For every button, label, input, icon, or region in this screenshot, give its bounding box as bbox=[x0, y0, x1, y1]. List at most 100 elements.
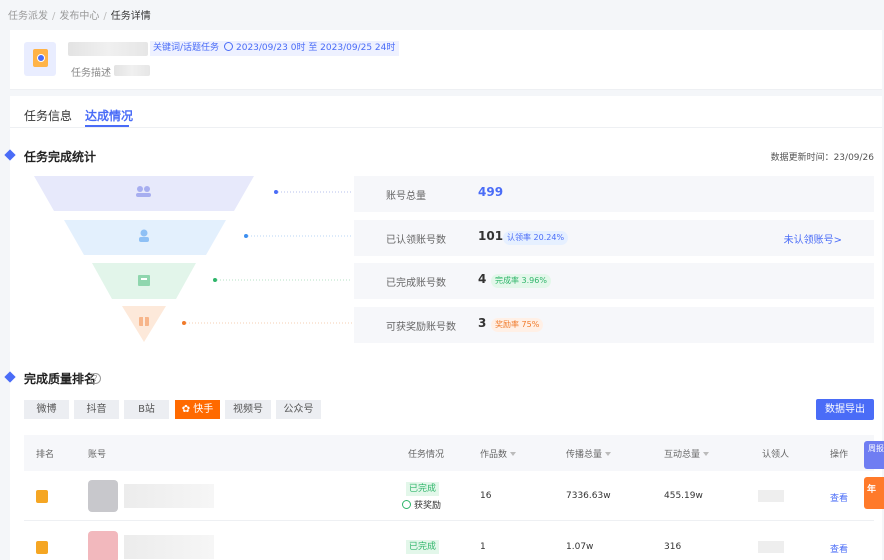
ranking-table: 排名 账号 任务情况 作品数 传播总量 互动总量 认领人 操作 已完成 获奖励 … bbox=[24, 435, 874, 560]
reward-status-label: 获奖励 bbox=[414, 501, 442, 511]
check-badge-icon bbox=[37, 54, 45, 62]
completion-section-title: 任务完成统计 bbox=[24, 150, 97, 164]
breadcrumb-separator: / bbox=[52, 11, 56, 22]
stat-label: 已认领账号数 bbox=[386, 235, 446, 246]
stat-label: 已完成账号数 bbox=[386, 278, 446, 289]
breadcrumb-item-current: 任务详情 bbox=[110, 11, 151, 22]
platform-video-account[interactable]: 视频号 bbox=[225, 400, 271, 419]
column-action: 操作 bbox=[830, 450, 849, 460]
check-circle-icon bbox=[402, 500, 411, 509]
claimer-blurred bbox=[758, 490, 784, 502]
works-count: 1 bbox=[480, 542, 486, 552]
status-badge: 已完成 bbox=[406, 482, 440, 496]
funnel-connector-dot bbox=[244, 234, 248, 238]
export-data-button[interactable]: 数据导出 bbox=[816, 399, 874, 420]
platform-douyin[interactable]: 抖音 bbox=[74, 400, 119, 419]
rank-medal-icon bbox=[36, 541, 48, 554]
update-time: 数据更新时间：23/09/26 bbox=[770, 153, 874, 163]
account-name-blurred bbox=[124, 535, 214, 559]
stat-row-completed: 已完成账号数 4 完成率 3.96% bbox=[354, 263, 874, 299]
stat-value: 4 bbox=[478, 272, 487, 286]
account-name-blurred bbox=[124, 484, 214, 508]
stat-row-rewarded: 可获奖励账号数 3 奖励率 75% bbox=[354, 307, 874, 343]
reward-rate-badge: 奖励率 75% bbox=[491, 318, 544, 332]
task-document-icon bbox=[33, 49, 48, 67]
stat-value: 499 bbox=[478, 185, 504, 199]
section-marker-icon bbox=[4, 149, 16, 161]
stat-row-claimed: 已认领账号数 101 认领率 20.24% 未认领账号> bbox=[354, 220, 874, 256]
table-row: 已完成 获奖励 16 7336.63w 455.19w 查看 bbox=[24, 471, 874, 521]
main-panel: 任务信息 达成情况 任务完成统计 数据更新时间：23/09/26 账号总量 49… bbox=[4, 96, 882, 560]
column-works-label: 作品数 bbox=[480, 450, 508, 460]
task-description-blurred bbox=[114, 65, 150, 76]
stat-row-total: 账号总量 499 bbox=[354, 176, 874, 212]
platform-kuaishou-label: 快手 bbox=[193, 404, 214, 415]
breadcrumb-item-publish-center[interactable]: 发布中心 bbox=[59, 11, 99, 22]
column-account: 账号 bbox=[88, 450, 107, 460]
stat-value: 3 bbox=[478, 316, 487, 330]
column-spread[interactable]: 传播总量 bbox=[566, 447, 612, 460]
help-icon[interactable]: ? bbox=[90, 373, 101, 384]
column-spread-label: 传播总量 bbox=[566, 450, 603, 460]
tab-active-indicator bbox=[85, 125, 129, 127]
task-thumbnail bbox=[24, 42, 56, 76]
column-task-status: 任务情况 bbox=[408, 450, 445, 460]
platform-bilibili[interactable]: B站 bbox=[124, 400, 169, 419]
table-row: 已完成 1 1.07w 316 查看 bbox=[24, 522, 874, 560]
funnel-connector-dot bbox=[213, 278, 217, 282]
spread-total: 7336.63w bbox=[566, 491, 611, 501]
task-description-label: 任务描述 bbox=[71, 68, 111, 79]
table-header: 排名 账号 任务情况 作品数 传播总量 互动总量 认领人 操作 bbox=[24, 435, 874, 471]
platform-official-account[interactable]: 公众号 bbox=[276, 400, 321, 419]
column-interactions[interactable]: 互动总量 bbox=[664, 447, 710, 460]
unclaimed-accounts-link[interactable]: 未认领账号> bbox=[784, 231, 842, 246]
stat-label: 可获奖励账号数 bbox=[386, 322, 456, 333]
view-button[interactable]: 查看 bbox=[830, 491, 848, 504]
task-date-text: 2023/09/23 0时 至 2023/09/25 24时 bbox=[236, 43, 396, 53]
spread-total: 1.07w bbox=[566, 542, 594, 552]
tab-completion[interactable]: 达成情况 bbox=[85, 107, 133, 124]
kuaishou-icon: ✿ bbox=[181, 404, 191, 415]
platform-kuaishou[interactable]: ✿ 快手 bbox=[175, 400, 220, 419]
breadcrumb-item-dispatch[interactable]: 任务派发 bbox=[8, 11, 48, 22]
avatar bbox=[88, 531, 118, 560]
reward-status: 获奖励 bbox=[402, 498, 441, 511]
stat-value: 101 bbox=[478, 229, 504, 243]
column-rank: 排名 bbox=[36, 450, 55, 460]
floating-annual-widget[interactable]: 年 bbox=[864, 477, 884, 509]
interact-total: 316 bbox=[664, 542, 682, 552]
sort-down-icon bbox=[510, 452, 517, 456]
task-date-range: 2023/09/23 0时 至 2023/09/25 24时 bbox=[222, 41, 400, 56]
tab-task-info[interactable]: 任务信息 bbox=[24, 107, 72, 124]
funnel-connector-dot bbox=[274, 190, 278, 194]
column-interactions-label: 互动总量 bbox=[664, 450, 701, 460]
task-header: 关键词/话题任务 2023/09/23 0时 至 2023/09/25 24时 … bbox=[10, 30, 882, 90]
status-badge: 已完成 bbox=[406, 540, 440, 554]
column-claimer: 认领人 bbox=[762, 450, 790, 460]
task-done-icon bbox=[138, 275, 150, 286]
funnel-connector-dot bbox=[182, 321, 186, 325]
gift-icon bbox=[139, 317, 149, 326]
column-works[interactable]: 作品数 bbox=[480, 447, 517, 460]
completion-rate-badge: 完成率 3.96% bbox=[491, 274, 551, 288]
claimer-blurred bbox=[758, 541, 784, 553]
view-button[interactable]: 查看 bbox=[830, 542, 848, 555]
stat-label: 账号总量 bbox=[386, 191, 426, 202]
sort-down-icon bbox=[703, 452, 710, 456]
tab-bar: 任务信息 达成情况 bbox=[10, 96, 882, 128]
breadcrumb-separator: / bbox=[103, 11, 107, 22]
breadcrumb: 任务派发 / 发布中心 / 任务详情 bbox=[8, 7, 151, 22]
ranking-section-title: 完成质量排名 bbox=[24, 372, 97, 386]
completion-funnel bbox=[34, 176, 352, 342]
avatar bbox=[88, 480, 118, 512]
platform-weibo[interactable]: 微博 bbox=[24, 400, 69, 419]
task-name-blurred bbox=[68, 42, 148, 56]
works-count: 16 bbox=[480, 491, 492, 501]
interact-total: 455.19w bbox=[664, 491, 703, 501]
task-type-tag: 关键词/话题任务 bbox=[150, 41, 223, 56]
sort-down-icon bbox=[605, 452, 612, 456]
claim-rate-badge: 认领率 20.24% bbox=[503, 231, 569, 245]
floating-report-widget[interactable]: 周报 bbox=[864, 441, 884, 469]
section-marker-icon bbox=[4, 371, 16, 383]
calendar-icon bbox=[224, 42, 233, 51]
